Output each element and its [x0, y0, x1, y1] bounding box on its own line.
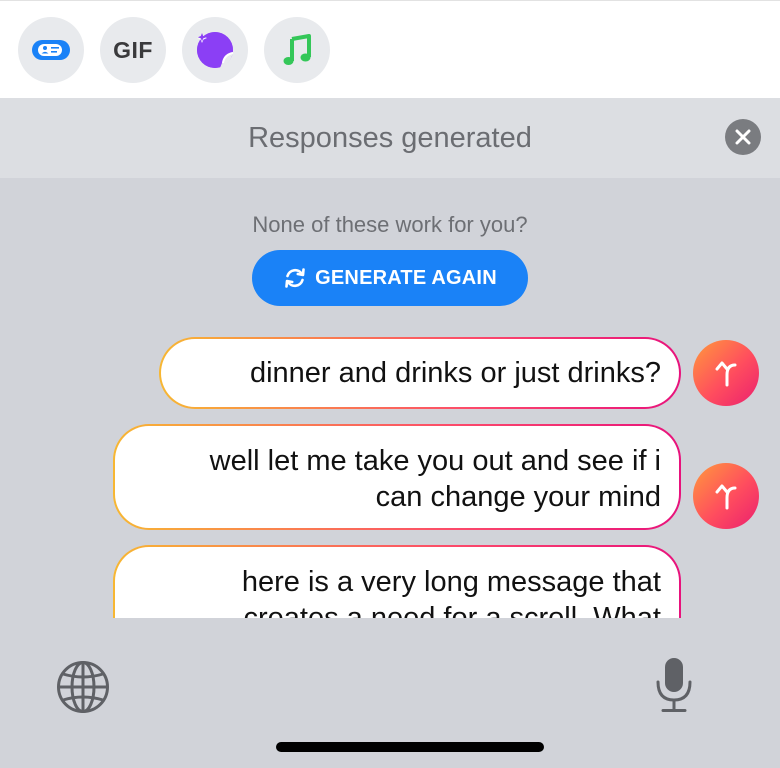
keyboard-bottom-bar: [0, 618, 780, 768]
gif-label: GIF: [113, 36, 153, 63]
sticker-app-button[interactable]: [182, 17, 248, 83]
response-line: creates a need for a scroll. What: [243, 602, 661, 618]
panel-title: Responses generated: [248, 121, 532, 154]
globe-button[interactable]: [56, 660, 110, 719]
microphone-icon: [656, 658, 692, 712]
send-response-2-button[interactable]: [693, 463, 759, 529]
response-bubble-1[interactable]: dinner and drinks or just drinks?: [159, 337, 681, 409]
generate-again-label: GENERATE AGAIN: [315, 266, 497, 289]
send-response-1-button[interactable]: [693, 340, 759, 406]
response-bubble-3[interactable]: here is a very long message that creates…: [113, 545, 681, 618]
gif-app-button[interactable]: GIF: [100, 17, 166, 83]
response-bubble-2[interactable]: well let me take you out and see if i ca…: [113, 424, 681, 530]
generate-again-button[interactable]: GENERATE AGAIN: [252, 250, 528, 306]
globe-icon: [57, 661, 109, 713]
close-button[interactable]: [725, 119, 761, 155]
send-arrow-icon: [715, 361, 737, 387]
contact-card-icon: [32, 40, 70, 60]
response-line: can change your mind: [375, 481, 661, 513]
response-line: well let me take you out and see if i: [209, 445, 661, 477]
response-line: dinner and drinks or just drinks?: [249, 357, 661, 389]
microphone-button[interactable]: [654, 656, 694, 719]
app-strip: GIF: [0, 0, 780, 98]
home-indicator: [276, 742, 544, 752]
send-arrow-icon: [715, 484, 737, 510]
panel-header: Responses generated: [0, 98, 780, 178]
response-line: here is a very long message that: [241, 566, 661, 598]
sticker-icon: [197, 32, 234, 68]
contact-card-app-button[interactable]: [18, 17, 84, 83]
close-icon: [735, 129, 751, 145]
responses-list[interactable]: None of these work for you? GENERATE AGA…: [0, 178, 780, 618]
music-note-icon: [283, 34, 311, 65]
refresh-icon: [285, 268, 305, 288]
none-of-these-prompt: None of these work for you?: [252, 212, 528, 237]
music-app-button[interactable]: [264, 17, 330, 83]
